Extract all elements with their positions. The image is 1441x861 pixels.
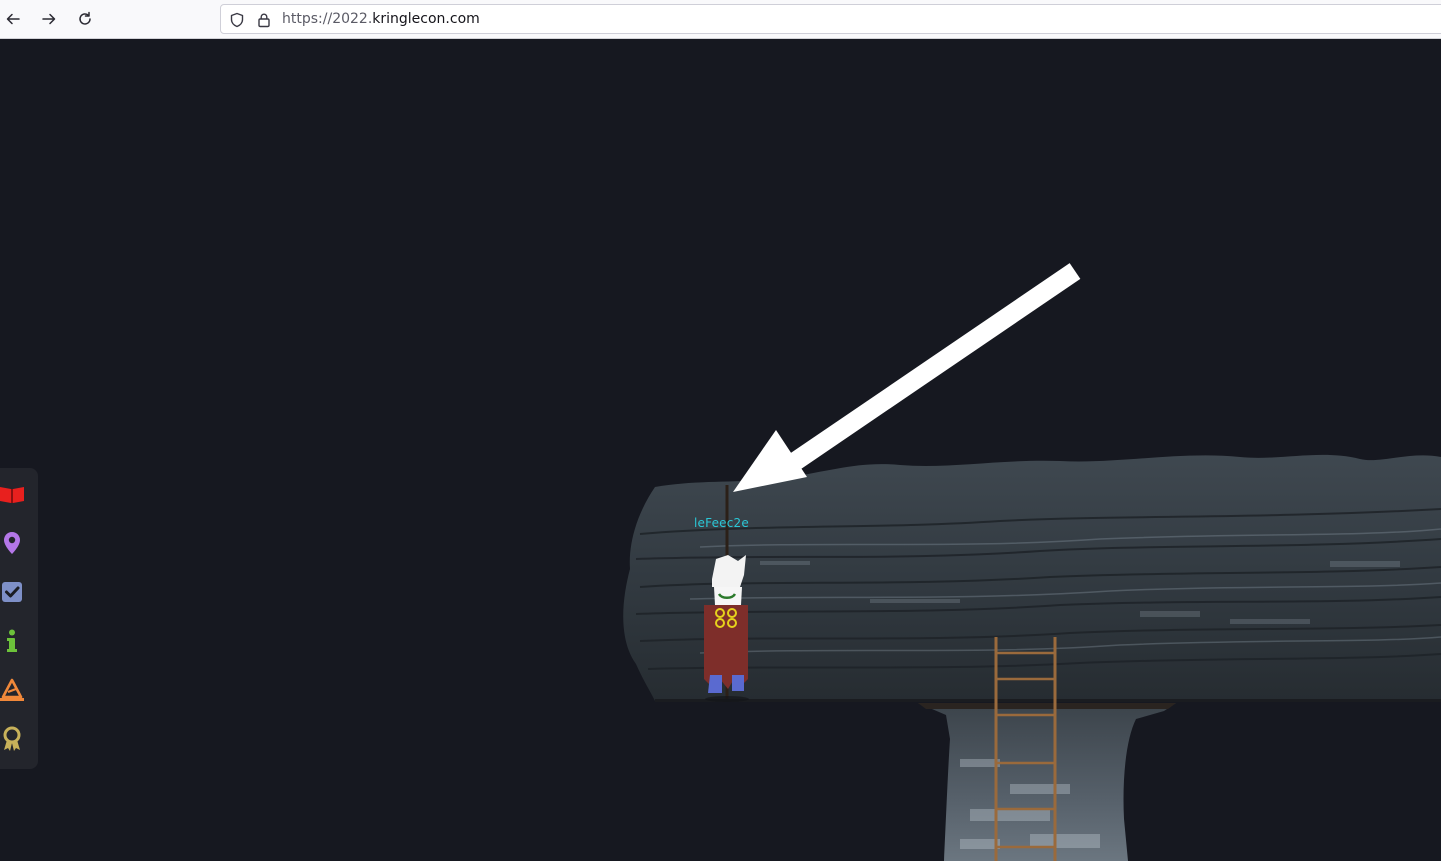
info-button[interactable] [0, 627, 26, 655]
hat-button[interactable] [0, 676, 26, 704]
objectives-check-icon [2, 582, 22, 602]
url-bar[interactable]: https://2022.kringlecon.com [220, 4, 1441, 34]
achievements-button[interactable] [0, 725, 26, 753]
back-button[interactable] [0, 6, 26, 32]
badge-button[interactable] [0, 480, 26, 508]
info-icon [7, 629, 17, 652]
side-menu [0, 468, 38, 769]
reload-icon [79, 11, 91, 25]
url-text[interactable]: https://2022.kringlecon.com [282, 11, 480, 27]
game-viewport[interactable]: leFeec2e [0, 39, 1441, 861]
lock-icon[interactable] [256, 12, 272, 28]
hat-icon [0, 678, 24, 701]
game-scene [623, 263, 1441, 861]
arrow-left-icon [6, 13, 20, 25]
forward-button[interactable] [36, 6, 62, 32]
location-pin-icon [4, 532, 20, 554]
url-scheme: https:// [282, 11, 333, 27]
reload-button[interactable] [72, 6, 98, 32]
badge-book-icon [0, 487, 24, 503]
arrow-right-icon [42, 13, 56, 25]
url-domain: kringlecon.com [372, 11, 480, 27]
pointer-arrow-icon [733, 263, 1081, 492]
url-subdomain: 2022. [332, 11, 373, 27]
map-button[interactable] [0, 529, 26, 557]
achievement-ribbon-icon [3, 726, 21, 751]
browser-toolbar: https://2022.kringlecon.com [0, 0, 1441, 39]
player-name-label: leFeec2e [694, 516, 749, 530]
rock-pillar [918, 703, 1176, 861]
objectives-button[interactable] [0, 578, 26, 606]
shield-icon[interactable] [229, 12, 245, 28]
